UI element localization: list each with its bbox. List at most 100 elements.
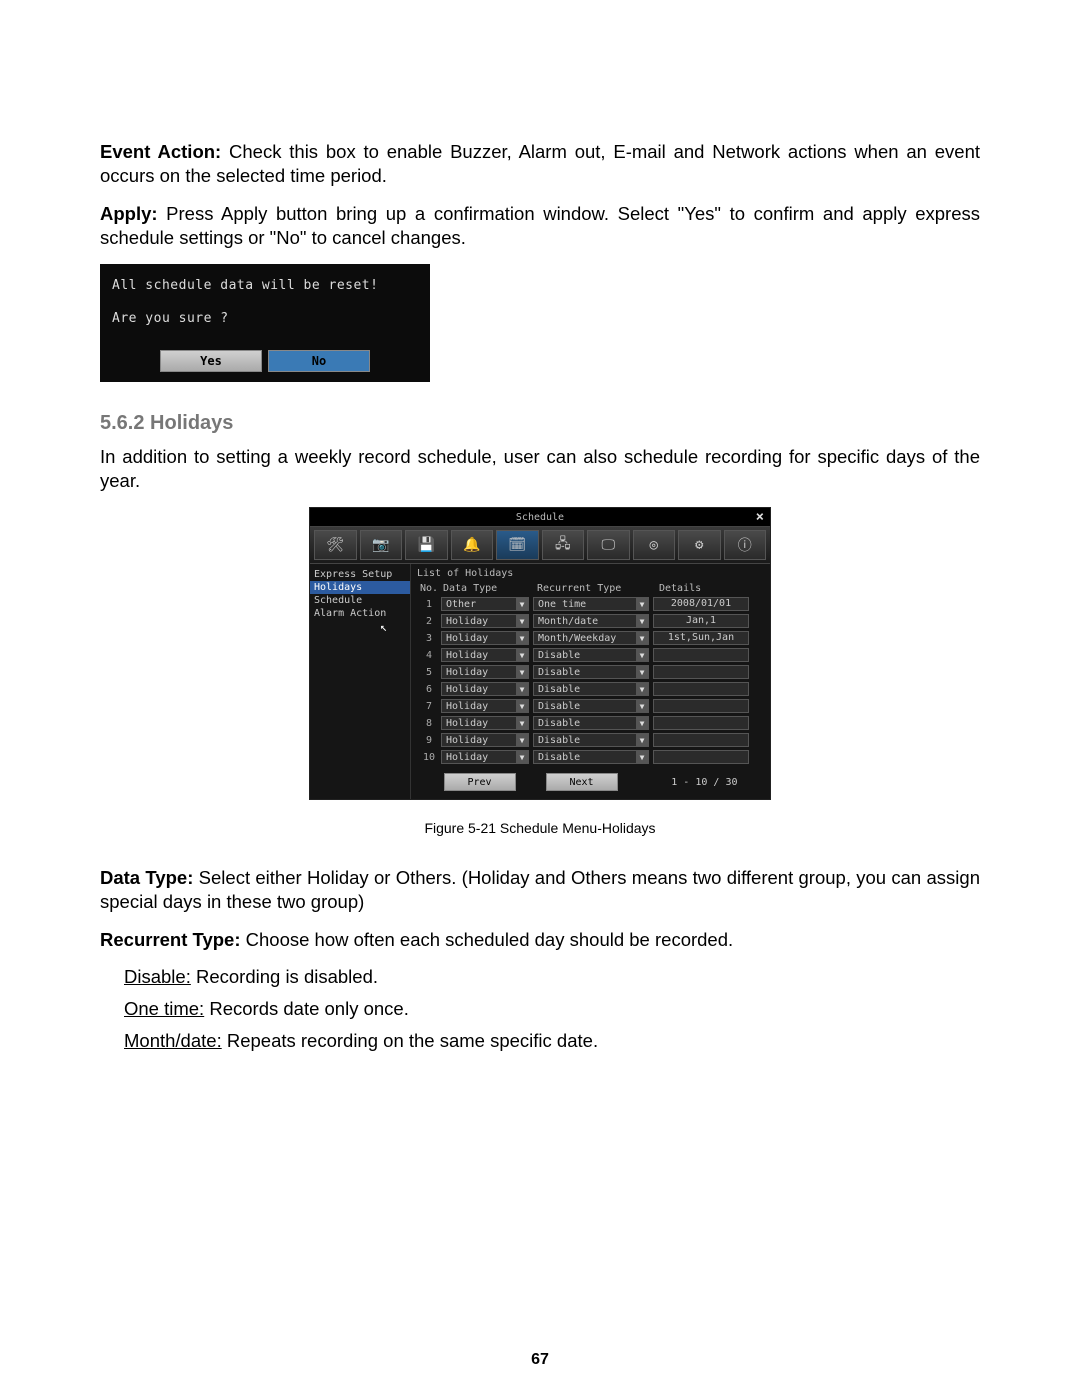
toolbar-record-icon[interactable]: 💾 [405, 530, 448, 560]
chevron-down-icon: ▼ [636, 666, 648, 678]
confirm-dialog: All schedule data will be reset! Are you… [100, 264, 430, 382]
chevron-down-icon: ▼ [516, 751, 528, 763]
data-type-dropdown[interactable]: Holiday▼ [441, 733, 529, 747]
definition-text: Repeats recording on the same specific d… [222, 1030, 598, 1051]
recurrent-type-dropdown[interactable]: Month/date▼ [533, 614, 649, 628]
apply-text: Press Apply button bring up a confirmati… [100, 203, 980, 248]
toolbar-disk-icon[interactable]: ◎ [633, 530, 676, 560]
main-area: List of Holidays No. Data Type Recurrent… [411, 564, 770, 799]
sidebar-item-alarm-action[interactable]: Alarm Action [310, 607, 410, 620]
yes-button[interactable]: Yes [160, 350, 262, 372]
toolbar-system-icon[interactable]: ⚙ [678, 530, 721, 560]
details-field[interactable] [653, 665, 749, 679]
data-type-dropdown[interactable]: Holiday▼ [441, 631, 529, 645]
toolbar-tool-icon[interactable]: 🛠 [314, 530, 357, 560]
chevron-down-icon: ▼ [636, 615, 648, 627]
data-type-paragraph: Data Type: Select either Holiday or Othe… [100, 866, 980, 914]
confirm-line2: Are you sure ? [112, 311, 418, 326]
details-field[interactable]: 2008/01/01 [653, 597, 749, 611]
data-type-dropdown[interactable]: Holiday▼ [441, 750, 529, 764]
toolbar-schedule-icon[interactable]: 🗓 [496, 530, 539, 560]
chevron-down-icon: ▼ [636, 598, 648, 610]
toolbar-camera-icon[interactable]: 📷 [360, 530, 403, 560]
table-row: 2Holiday▼ Month/date▼ Jan,1 [417, 613, 764, 629]
chevron-down-icon: ▼ [516, 598, 528, 610]
next-button[interactable]: Next [546, 773, 618, 791]
data-type-dropdown[interactable]: Holiday▼ [441, 648, 529, 662]
table-row: 3Holiday▼ Month/Weekday▼ 1st,Sun,Jan [417, 630, 764, 646]
chevron-down-icon: ▼ [636, 649, 648, 661]
details-field[interactable] [653, 750, 749, 764]
toolbar-alarm-icon[interactable]: 🔔 [451, 530, 494, 560]
chevron-down-icon: ▼ [516, 615, 528, 627]
table-headers: No. Data Type Recurrent Type Details [417, 581, 764, 596]
details-field[interactable] [653, 733, 749, 747]
definition-term: Disable: [124, 966, 191, 987]
cell-no: 1 [417, 599, 441, 610]
recurrent-type-dropdown[interactable]: Disable▼ [533, 648, 649, 662]
data-type-dropdown[interactable]: Holiday▼ [441, 665, 529, 679]
recurrent-type-dropdown[interactable]: Disable▼ [533, 750, 649, 764]
cell-no: 7 [417, 701, 441, 712]
data-type-dropdown[interactable]: Holiday▼ [441, 699, 529, 713]
details-field[interactable]: Jan,1 [653, 614, 749, 628]
toolbar-display-icon[interactable]: 🖵 [587, 530, 630, 560]
recurrent-type-paragraph: Recurrent Type: Choose how often each sc… [100, 928, 980, 952]
details-field[interactable]: 1st,Sun,Jan [653, 631, 749, 645]
recurrent-type-dropdown[interactable]: One time▼ [533, 597, 649, 611]
chevron-down-icon: ▼ [636, 751, 648, 763]
recurrent-type-dropdown[interactable]: Disable▼ [533, 716, 649, 730]
toolbar-info-icon[interactable]: ⓘ [724, 530, 767, 560]
recurrent-type-dropdown[interactable]: Disable▼ [533, 699, 649, 713]
details-field[interactable] [653, 648, 749, 662]
section-heading: 5.6.2 Holidays [100, 412, 980, 435]
cell-no: 2 [417, 616, 441, 627]
data-type-dropdown[interactable]: Holiday▼ [441, 716, 529, 730]
sidebar-item-schedule[interactable]: Schedule [310, 594, 410, 607]
chevron-down-icon: ▼ [516, 649, 528, 661]
event-action-text: Check this box to enable Buzzer, Alarm o… [100, 141, 980, 186]
schedule-window: Schedule × 🛠 📷 💾 🔔 🗓 🖧 🖵 ◎ ⚙ ⓘ Express S… [309, 507, 771, 800]
cell-no: 9 [417, 735, 441, 746]
cell-no: 6 [417, 684, 441, 695]
cell-no: 8 [417, 718, 441, 729]
chevron-down-icon: ▼ [516, 632, 528, 644]
schedule-toolbar: 🛠 📷 💾 🔔 🗓 🖧 🖵 ◎ ⚙ ⓘ [310, 526, 770, 564]
figure-caption: Figure 5-21 Schedule Menu-Holidays [100, 820, 980, 836]
chevron-down-icon: ▼ [636, 717, 648, 729]
toolbar-network-icon[interactable]: 🖧 [542, 530, 585, 560]
recurrent-type-dropdown[interactable]: Disable▼ [533, 733, 649, 747]
definition-line: Disable: Recording is disabled. [124, 966, 980, 988]
header-details: Details [657, 583, 759, 594]
data-type-dropdown[interactable]: Other▼ [441, 597, 529, 611]
details-field[interactable] [653, 716, 749, 730]
cursor-icon: ↖ [310, 620, 410, 634]
data-type-dropdown[interactable]: Holiday▼ [441, 682, 529, 696]
chevron-down-icon: ▼ [516, 717, 528, 729]
header-data-type: Data Type [441, 583, 535, 594]
table-row: 5Holiday▼Disable▼ [417, 664, 764, 680]
recurrent-type-dropdown[interactable]: Disable▼ [533, 682, 649, 696]
details-field[interactable] [653, 699, 749, 713]
chevron-down-icon: ▼ [636, 632, 648, 644]
table-row: 4Holiday▼ Disable▼ [417, 647, 764, 663]
header-recurrent-type: Recurrent Type [535, 583, 657, 594]
recurrent-type-dropdown[interactable]: Month/Weekday▼ [533, 631, 649, 645]
details-field[interactable] [653, 682, 749, 696]
sidebar: Express Setup Holidays Schedule Alarm Ac… [310, 564, 411, 799]
recurrent-type-dropdown[interactable]: Disable▼ [533, 665, 649, 679]
sidebar-item-express-setup[interactable]: Express Setup [310, 568, 410, 581]
chevron-down-icon: ▼ [636, 683, 648, 695]
close-icon[interactable]: × [756, 509, 764, 525]
cell-no: 4 [417, 650, 441, 661]
chevron-down-icon: ▼ [636, 700, 648, 712]
sidebar-item-holidays[interactable]: Holidays [310, 581, 410, 594]
table-row: 7Holiday▼ Disable▼ [417, 698, 764, 714]
definition-term: One time: [124, 998, 204, 1019]
cell-no: 3 [417, 633, 441, 644]
no-button[interactable]: No [268, 350, 370, 372]
prev-button[interactable]: Prev [444, 773, 516, 791]
data-type-label: Data Type: [100, 867, 193, 888]
page-indicator: 1 - 10 / 30 [648, 777, 738, 788]
data-type-dropdown[interactable]: Holiday▼ [441, 614, 529, 628]
